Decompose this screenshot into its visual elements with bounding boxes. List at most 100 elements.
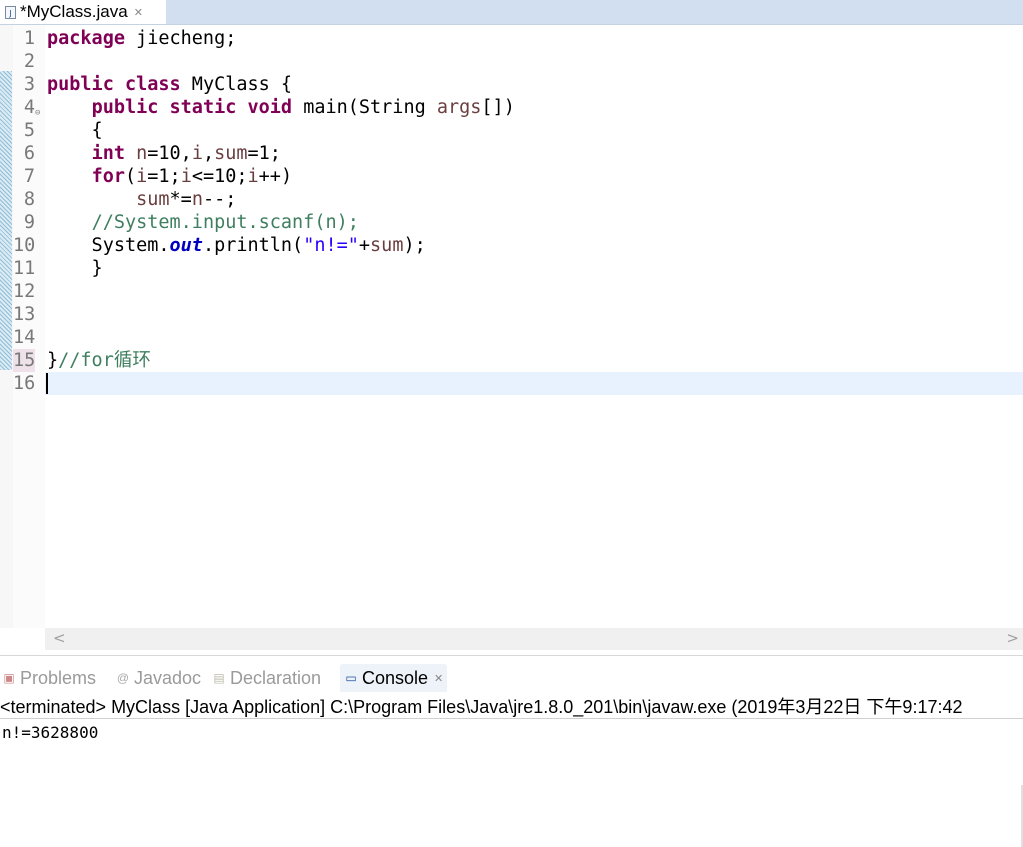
code-token: { — [47, 120, 103, 141]
close-icon[interactable]: ✕ — [434, 672, 443, 685]
text-caret — [46, 373, 48, 394]
java-file-icon: J — [5, 5, 16, 19]
code-token: jiecheng; — [124, 28, 237, 49]
code-line[interactable]: package jiecheng; — [0, 27, 1023, 50]
code-token: ( — [124, 166, 137, 187]
code-line[interactable] — [0, 280, 1023, 303]
divider — [0, 655, 1023, 656]
scroll-left-icon[interactable]: < — [53, 629, 66, 647]
code-line[interactable]: //System.input.scanf(n); — [0, 211, 1023, 234]
code-text: }//for循环 — [47, 349, 151, 372]
code-text: } — [47, 257, 103, 280]
code-token: int — [91, 143, 125, 164]
tab-declaration[interactable]: ▤ Declaration — [212, 664, 321, 692]
code-token: =1; — [147, 166, 181, 187]
scroll-right-icon[interactable]: > — [1006, 629, 1019, 647]
horizontal-scrollbar[interactable]: < > — [45, 628, 1023, 650]
code-line[interactable]: public class MyClass { — [0, 73, 1023, 96]
tab-label: Problems — [20, 667, 97, 688]
code-line[interactable]: System.out.println("n!="+sum); — [0, 234, 1023, 257]
code-token: //System.input.scanf(n); — [91, 212, 359, 233]
code-token: sum — [370, 235, 404, 256]
code-token: n — [136, 143, 148, 164]
code-token: System. — [47, 235, 170, 256]
code-token: i — [136, 166, 148, 187]
code-line[interactable] — [0, 50, 1023, 73]
code-line[interactable]: sum*=n--; — [0, 188, 1023, 211]
line-number: 16 — [13, 373, 36, 394]
code-token: ); — [403, 235, 426, 256]
code-line[interactable]: { — [0, 119, 1023, 142]
code-text: { — [47, 119, 103, 142]
code-token: "n!=" — [303, 235, 359, 256]
code-text: public static void main(String args[]) — [47, 96, 515, 119]
code-line[interactable]: }//for循环 — [0, 349, 1023, 372]
code-token: i — [191, 143, 203, 164]
code-token: //for循环 — [58, 350, 151, 371]
code-token: n — [191, 189, 203, 210]
code-token: MyClass { — [180, 74, 293, 95]
javadoc-icon: @ — [116, 671, 130, 685]
tab-problems[interactable]: ▣ Problems — [2, 664, 96, 692]
tab-console[interactable]: ▭ Console ✕ — [340, 664, 448, 692]
code-token: ++) — [258, 166, 293, 187]
code-line[interactable]: int n=10,i,sum=1; — [0, 142, 1023, 165]
code-token: sum — [136, 189, 170, 210]
code-token: out — [169, 235, 203, 256]
code-token: package — [47, 28, 125, 49]
editor-tab-myclass[interactable]: J *MyClass.java ✕ — [0, 0, 166, 24]
close-icon[interactable]: ✕ — [134, 6, 143, 19]
code-token: } — [47, 350, 59, 371]
code-token: sum — [214, 143, 248, 164]
code-token: public — [47, 74, 114, 95]
code-token: *= — [169, 189, 192, 210]
console-output: n!=3628800 — [2, 723, 99, 742]
code-text: sum*=n--; — [47, 188, 236, 211]
code-token: } — [47, 258, 103, 279]
code-line[interactable] — [0, 303, 1023, 326]
code-token: for — [91, 166, 125, 187]
code-token: =1; — [247, 143, 281, 164]
editor-tab-bar: J *MyClass.java ✕ — [0, 0, 1023, 25]
code-token: public — [91, 97, 159, 118]
code-token: static — [169, 97, 237, 118]
code-line[interactable]: } — [0, 257, 1023, 280]
code-line[interactable] — [45, 372, 1023, 395]
problems-icon: ▣ — [3, 671, 15, 685]
code-text: int n=10,i,sum=1; — [47, 142, 281, 165]
code-token: main(String — [292, 97, 437, 118]
editor-tab-title: *MyClass.java — [20, 2, 128, 21]
code-text: package jiecheng; — [47, 27, 236, 50]
code-line[interactable] — [0, 326, 1023, 349]
code-token: void — [247, 97, 293, 118]
code-text: for(i=1;i<=10;i++) — [47, 165, 293, 188]
code-editor[interactable]: 1 package jiecheng; 2 3 public class MyClass… — [0, 25, 1023, 628]
declaration-icon: ▤ — [213, 671, 225, 685]
code-token: .println( — [202, 235, 304, 256]
code-text: //System.input.scanf(n); — [47, 211, 359, 234]
code-token: []) — [481, 97, 515, 118]
code-token: class — [124, 74, 181, 95]
code-token: <=10; — [191, 166, 248, 187]
console-tab-bar: ▣ Problems @ Javadoc ▤ Declaration ▭ Console ✕ — [0, 658, 1023, 696]
code-token: + — [358, 235, 371, 256]
code-line[interactable]: public static void main(String args[]) — [0, 96, 1023, 119]
code-token: args — [436, 97, 482, 118]
code-line[interactable]: for(i=1;i<=10;i++) — [0, 165, 1023, 188]
tab-label: Console — [362, 667, 429, 688]
console-icon: ▭ — [345, 671, 357, 685]
code-token: i — [247, 166, 259, 187]
code-text: public class MyClass { — [47, 73, 292, 96]
console-status: <terminated> MyClass [Java Application] … — [0, 696, 1023, 719]
tab-label: Javadoc — [134, 667, 202, 688]
code-token: , — [202, 143, 215, 164]
tab-javadoc[interactable]: @ Javadoc — [116, 664, 201, 692]
